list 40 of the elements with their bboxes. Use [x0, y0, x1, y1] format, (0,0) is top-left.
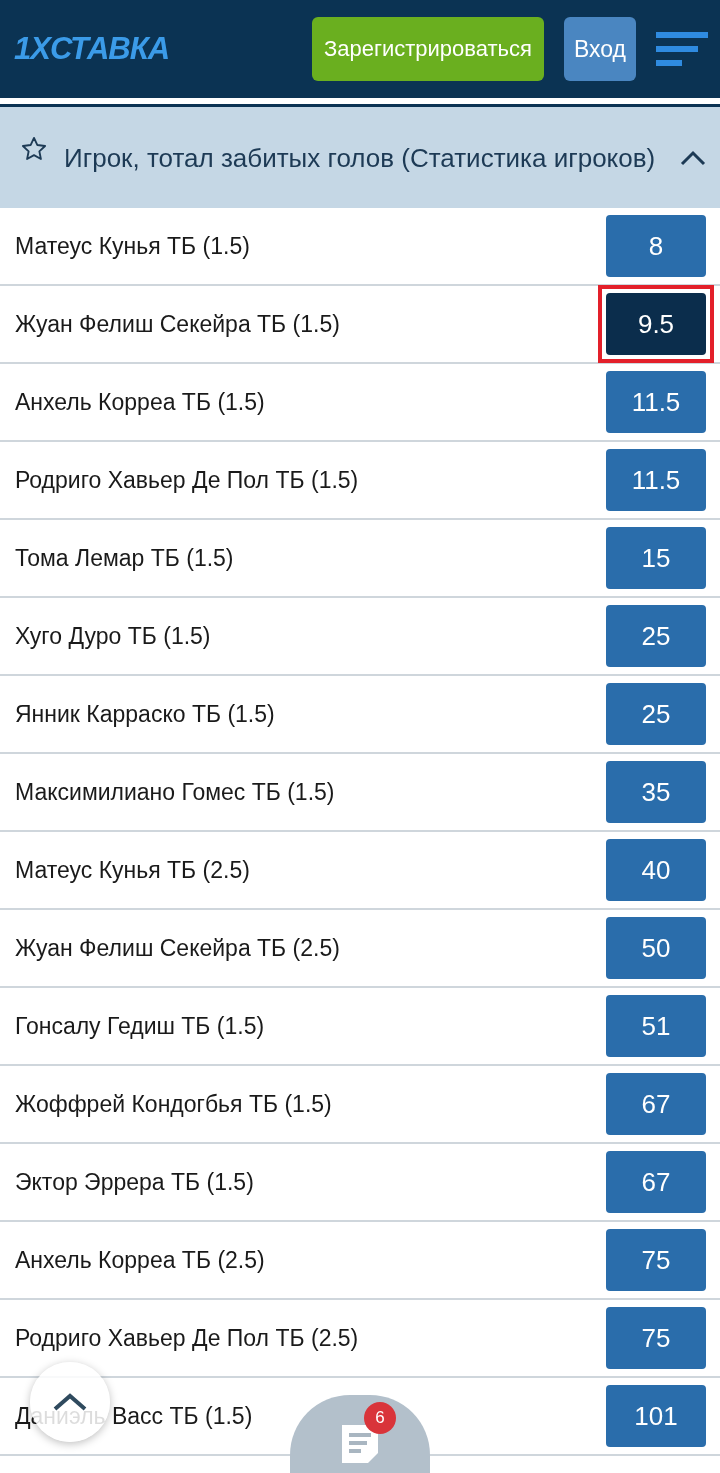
odds-button[interactable]: 75: [606, 1229, 706, 1291]
logo[interactable]: 1XСТАВКА: [14, 31, 170, 67]
odds-button[interactable]: 75: [606, 1307, 706, 1369]
bet-slip-tab[interactable]: 6: [290, 1395, 430, 1473]
odds-button[interactable]: 15: [606, 527, 706, 589]
player-name: Матеус Кунья ТБ (1.5): [15, 232, 250, 260]
odds-button[interactable]: 101: [606, 1385, 706, 1447]
section-title: Игрок, тотал забитых голов (Статистика игроков): [64, 141, 657, 175]
odds-button[interactable]: 40: [606, 839, 706, 901]
player-name: Гонсалу Гедиш ТБ (1.5): [15, 1012, 265, 1040]
count-badge: 6: [364, 1402, 396, 1434]
player-name: Тома Лемар ТБ (1.5): [15, 544, 234, 572]
menu-icon[interactable]: [656, 32, 708, 66]
odds-button[interactable]: 8: [606, 215, 706, 277]
odds-button[interactable]: 50: [606, 917, 706, 979]
player-name: Янник Карраско ТБ (1.5): [15, 700, 275, 728]
player-name: Жуан Фелиш Секейра ТБ (1.5): [15, 310, 340, 338]
login-button[interactable]: Вход: [563, 17, 636, 81]
section-header[interactable]: Игрок, тотал забитых голов (Статистика игроков): [0, 107, 720, 208]
player-name: Максимилиано Гомес ТБ (1.5): [15, 778, 335, 806]
player-name: Анхель Корреа ТБ (1.5): [15, 388, 265, 416]
player-name: Матеус Кунья ТБ (2.5): [15, 856, 250, 884]
odds-button[interactable]: 25: [606, 605, 706, 667]
player-name: Анхель Корреа ТБ (2.5): [15, 1246, 265, 1274]
player-name: Жоффрей Кондогбья ТБ (1.5): [15, 1090, 332, 1118]
odds-button[interactable]: 9.5: [606, 293, 706, 355]
player-name: Родриго Хавьер Де Пол ТБ (1.5): [15, 466, 359, 494]
odds-button[interactable]: 51: [606, 995, 706, 1057]
chevron-icon[interactable]: [680, 149, 706, 166]
odds-button[interactable]: 11.5: [606, 449, 706, 511]
odds-button[interactable]: 25: [606, 683, 706, 745]
player-name: Родриго Хавьер Де Пол ТБ (2.5): [15, 1324, 359, 1352]
player-name: Хуго Дуро ТБ (1.5): [15, 622, 211, 650]
player-name: Жуан Фелиш Секейра ТБ (2.5): [15, 934, 340, 962]
odds-button[interactable]: 67: [606, 1151, 706, 1213]
odds-button[interactable]: 11.5: [606, 371, 706, 433]
odds-button[interactable]: 67: [606, 1073, 706, 1135]
odds-button[interactable]: 35: [606, 761, 706, 823]
player-name: Эктор Эррера ТБ (1.5): [15, 1168, 254, 1196]
star-icon[interactable]: [20, 135, 48, 163]
